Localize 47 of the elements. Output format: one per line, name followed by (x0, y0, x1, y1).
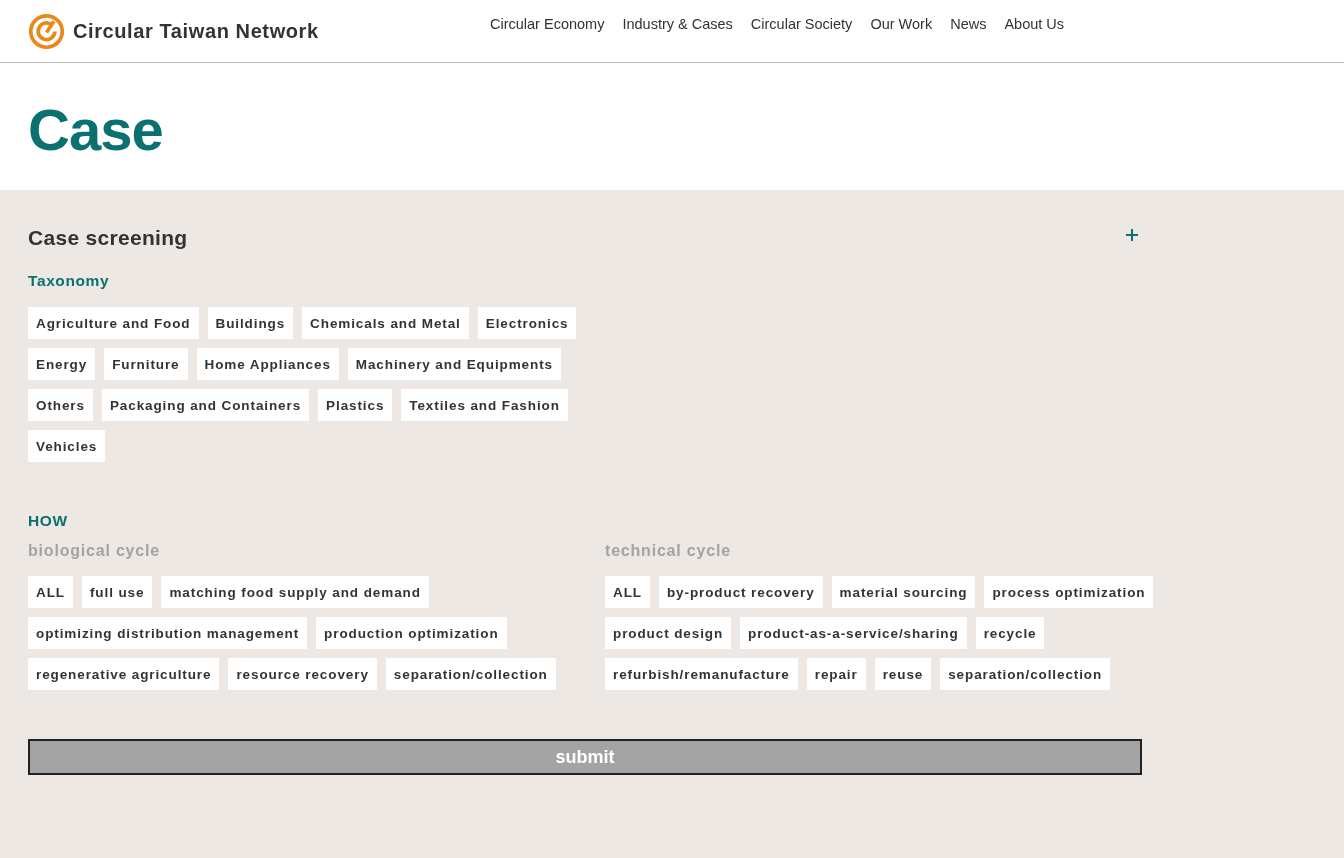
filter-tag[interactable]: Machinery and Equipments (347, 348, 561, 380)
filter-tag[interactable]: Plastics (318, 389, 393, 421)
filter-tag[interactable]: repair (806, 658, 866, 690)
filter-tag[interactable]: product design (605, 617, 732, 649)
filter-tag[interactable]: separation/collection (940, 658, 1111, 690)
filter-tag[interactable]: Agriculture and Food (28, 307, 199, 339)
filter-tag[interactable]: Packaging and Containers (101, 389, 310, 421)
nav-link[interactable]: Circular Economy (490, 16, 605, 32)
filter-tag[interactable]: Vehicles (28, 430, 106, 462)
filter-tag[interactable]: Textiles and Fashion (401, 389, 568, 421)
filter-tag[interactable]: reuse (874, 658, 932, 690)
filter-tag[interactable]: recycle (975, 617, 1045, 649)
filter-tag[interactable]: matching food supply and demand (161, 576, 429, 608)
filter-tag[interactable]: optimizing distribution management (28, 617, 308, 649)
filter-tag[interactable]: Home Appliances (196, 348, 339, 380)
site-name[interactable]: Circular Taiwan Network (73, 19, 319, 43)
nav-link[interactable]: Industry & Cases (622, 16, 733, 32)
filter-tag[interactable]: Energy (28, 348, 96, 380)
nav-link[interactable]: About Us (1004, 16, 1065, 32)
page-title: Case (28, 97, 164, 163)
filter-tag[interactable]: Furniture (104, 348, 188, 380)
filter-tag[interactable]: Others (28, 389, 93, 421)
how-label: HOW (28, 512, 69, 530)
taxonomy-label: Taxonomy (28, 272, 111, 290)
filter-tag[interactable]: process optimization (984, 576, 1154, 608)
filter-tag[interactable]: full use (81, 576, 153, 608)
logo-icon[interactable] (28, 12, 65, 50)
filter-tag[interactable]: regenerative agriculture (28, 658, 220, 690)
filter-tag[interactable]: Chemicals and Metal (302, 307, 469, 339)
filter-tag[interactable]: Buildings (207, 307, 294, 339)
filter-tag[interactable]: refurbish/remanufacture (605, 658, 798, 690)
filter-tag[interactable]: resource recovery (228, 658, 377, 690)
filter-tag[interactable]: production optimization (316, 617, 507, 649)
group-label: technical cycle (605, 542, 732, 560)
section-title: Case screening (28, 226, 188, 250)
nav-link[interactable]: News (950, 16, 987, 32)
filter-tag[interactable]: separation/collection (385, 658, 556, 690)
filter-tag[interactable]: ALL (605, 576, 650, 608)
plus-icon[interactable] (1125, 228, 1139, 242)
filter-tag[interactable]: material sourcing (831, 576, 976, 608)
filter-tag[interactable]: ALL (28, 576, 73, 608)
nav-link[interactable]: Circular Society (750, 16, 853, 32)
filter-tag[interactable]: product-as-a-service/sharing (740, 617, 967, 649)
filter-tag[interactable]: Electronics (477, 307, 577, 339)
filter-tag[interactable]: by-product recovery (658, 576, 823, 608)
group-label: biological cycle (28, 542, 161, 560)
nav-link[interactable]: Our Work (870, 16, 933, 32)
